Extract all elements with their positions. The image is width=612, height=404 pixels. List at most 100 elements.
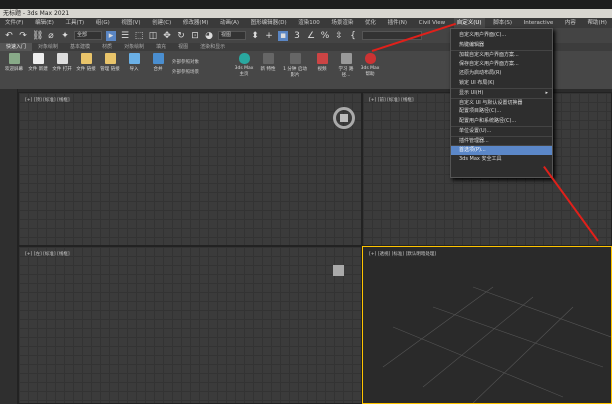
redo-icon[interactable]: ↷ [18,31,28,41]
angle-snap-icon[interactable]: ∠ [306,31,316,41]
new-features-button[interactable]: 新 特性 [258,53,278,87]
menu-file[interactable]: 文件(F) [2,18,26,28]
menu-scene-render[interactable]: 场景渲染 [328,18,356,28]
file-new-button[interactable]: 文件 新建 [28,53,48,87]
viewcube-icon[interactable] [333,107,355,129]
select-object-icon[interactable]: ▸ [106,31,116,41]
startup-movie-button[interactable]: 1 分钟 启动影片 [282,53,308,87]
move-icon[interactable]: ✥ [162,31,172,41]
label: 导入 [130,66,139,72]
pivot-icon[interactable]: ⬍ [250,31,260,41]
label: 学习 路径... [336,66,356,78]
label: 3ds Max 帮助 [360,66,380,77]
menu-item-save-ui-scheme[interactable]: 保存自定义用户界面方案... [451,60,552,70]
viewport-label-front[interactable]: [+] [前] [标准] [线框] [369,97,414,103]
edit-named-selection-icon[interactable]: { [348,31,358,41]
menu-item-configure-system-paths[interactable]: 配置用户和系统路径(C)... [451,117,552,127]
menu-edit[interactable]: 编辑(E) [32,18,57,28]
file-open-button[interactable]: 文件 打开 [52,53,72,87]
viewport-label-top[interactable]: [+] [顶] [标准] [线框] [25,97,70,103]
menu-item-revert-startup-layout[interactable]: 还原为启动布局(R) [451,69,552,79]
video-button[interactable]: 视频 [312,53,332,87]
desktop-strip [0,0,612,9]
rect-selection-icon[interactable]: ⬚ [134,31,144,41]
manipulate-icon[interactable]: + [264,31,274,41]
file-link-button[interactable]: 文件 链接 [76,53,96,87]
menu-interactive[interactable]: Interactive [521,18,557,28]
menu-tools[interactable]: 工具(T) [62,18,87,28]
keyboard-shortcut-override-icon[interactable]: ▪ [278,31,288,41]
spinner-snap-icon[interactable]: ⇳ [334,31,344,41]
viewcube-icon[interactable] [333,265,344,276]
menu-create[interactable]: 创建(C) [149,18,174,28]
undo-icon[interactable]: ↶ [4,31,14,41]
tab-view[interactable]: 视图 [172,43,194,51]
manage-links-button[interactable]: 管理 链接 [100,53,120,87]
menu-plugins[interactable]: 插件(N) [385,18,410,28]
max-home-button[interactable]: 3ds Max 主页 [234,53,254,87]
label: 视频 [318,66,327,72]
bind-spacewarp-icon[interactable]: ✦ [60,31,70,41]
rotate-icon[interactable]: ↻ [176,31,186,41]
menu-help[interactable]: 帮助(H) [584,18,609,28]
menu-item-load-ui-scheme[interactable]: 加载自定义用户界面方案... [451,50,552,60]
import-button[interactable]: 导入 [124,53,144,87]
label: 文件 打开 [52,66,71,72]
tab-materials[interactable]: 材质 [96,43,118,51]
viewport-top[interactable]: [+] [顶] [标准] [线框] [18,92,362,246]
tab-populate[interactable]: 填充 [150,43,172,51]
menu-graph-editors[interactable]: 图形编辑器(D) [248,18,290,28]
percent-snap-icon[interactable]: % [320,31,330,41]
scale-icon[interactable]: ⊡ [190,31,200,41]
menu-group[interactable]: 组(G) [93,18,113,28]
menu-item-ui-defaults-switcher[interactable]: 自定义 UI 与默认设置切换器 [451,98,552,108]
xref-scene-button[interactable]: 外部参照场景 [172,69,230,75]
menu-views[interactable]: 视图(V) [118,18,143,28]
tab-object-paint-2[interactable]: 对象绘制 [118,43,150,51]
tab-render-display[interactable]: 渲染和显示 [194,43,231,51]
viewport-perspective[interactable]: [+] [透视] [标准] [默认明暗处理] [362,246,612,404]
label: 文件 链接 [76,66,95,72]
label: 1 分钟 启动影片 [282,66,308,78]
menu-modifiers[interactable]: 修改器(M) [180,18,212,28]
menu-item-configure-project-paths[interactable]: 配置项目路径(C)... [451,107,552,117]
window-crossing-icon[interactable]: ◫ [148,31,158,41]
menu-optimize[interactable]: 优化 [362,18,379,28]
label: 显示 UI(H) [459,90,483,96]
tab-modeling[interactable]: 基本建模 [64,43,96,51]
menu-item-lock-ui-layout[interactable]: 锁定 UI 布局(K) [451,79,552,89]
label: 管理 链接 [100,66,119,72]
link-icon[interactable]: ⛓ [32,31,42,41]
unlink-icon[interactable]: ⌀ [46,31,56,41]
xref-objects-button[interactable]: 外部参照对象 [172,59,230,65]
tab-quick-start[interactable]: 快速入门 [0,43,32,51]
menu-item-units-setup[interactable]: 单位设置(U)... [451,126,552,136]
menu-rendering[interactable]: 渲染100 [295,18,323,28]
perspective-grid [363,247,611,403]
menu-item-plugin-manager[interactable]: 插件管理器... [451,136,552,146]
menu-scripting[interactable]: 脚本(S) [490,18,515,28]
title-bar: 无标题 - 3ds Max 2021 [0,9,612,18]
menu-animation[interactable]: 动画(A) [217,18,242,28]
welcome-screen-button[interactable]: 欢迎屏幕 [4,53,24,87]
menu-item-preferences[interactable]: 首选项(P)... [451,145,552,155]
menu-item-show-ui[interactable]: 显示 UI(H)▸ [451,88,552,98]
place-icon[interactable]: ◕ [204,31,214,41]
menu-item-security-tools[interactable]: 3ds Max 安全工具 [451,155,552,165]
snap-toggle-icon[interactable]: 3 [292,31,302,41]
merge-button[interactable]: 合并 [148,53,168,87]
max-help-button[interactable]: 3ds Max 帮助 [360,53,380,87]
learning-path-button[interactable]: 学习 路径... [336,53,356,87]
viewport-label-left[interactable]: [+] [左] [标准] [线框] [25,251,70,257]
selection-filter-dropdown[interactable]: 全部 [74,31,102,40]
customize-dropdown-menu: 自定义用户界面(C)... 热键编辑器 加载自定义用户界面方案... 保存自定义… [450,28,553,178]
tab-object-paint[interactable]: 对象绘制 [32,43,64,51]
menu-content[interactable]: 内容 [562,18,579,28]
menu-item-hotkey-editor[interactable]: 热键编辑器 [451,41,552,51]
select-by-name-icon[interactable]: ☰ [120,31,130,41]
menu-customize[interactable]: 自定义(U) [454,18,485,28]
reference-coordinate-dropdown[interactable]: 视图 [218,31,246,40]
label: 文件 新建 [28,66,47,72]
menu-item-customize-ui[interactable]: 自定义用户界面(C)... [451,31,552,41]
viewport-left[interactable]: [+] [左] [标准] [线框] [18,246,362,404]
